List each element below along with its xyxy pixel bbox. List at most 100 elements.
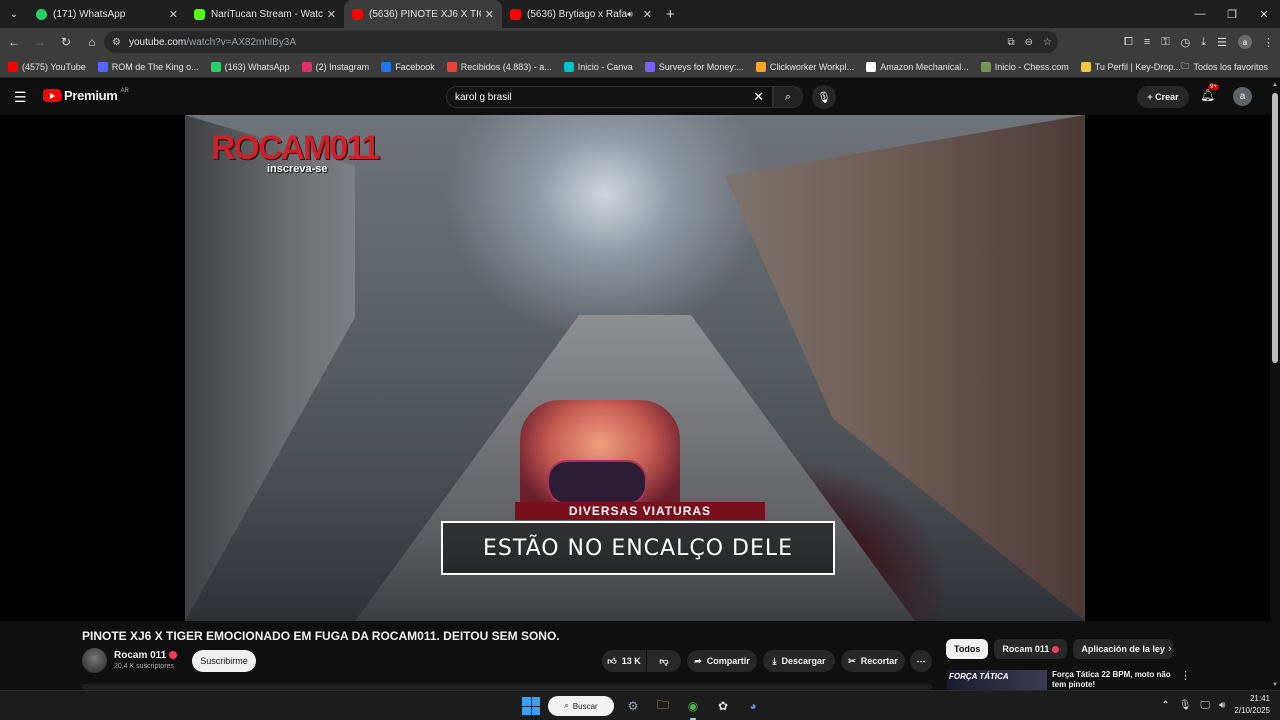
scroll-down-icon[interactable]: ▼ [1272,682,1278,688]
recommended-thumbnail[interactable]: FORÇA TÁTICA [947,670,1047,690]
new-tab-icon[interactable]: + [666,6,675,23]
profile-avatar[interactable]: a [1238,35,1252,49]
share-button[interactable]: ➦ Compartir [687,650,757,672]
all-bookmarks[interactable]: 🗀 Todos los favoritos [1180,59,1268,75]
video-player[interactable]: ROCAM011 inscreva-se DIVERSAS VIATURAS E… [0,115,1270,621]
site-info-icon[interactable]: ⚙ [112,37,121,48]
watermark-subtitle: inscreva-se [267,163,328,175]
password-icon[interactable]: ⚿ [1161,36,1169,49]
page-scrollbar[interactable]: ▲ ▼ [1270,80,1280,690]
hamburger-menu-icon[interactable]: ☰ [14,89,27,106]
download-button[interactable]: ⤓ Descargar [763,650,835,672]
search-input[interactable]: karol g brasil ✕ [446,86,773,108]
video-frame[interactable]: ROCAM011 inscreva-se DIVERSAS VIATURAS E… [185,115,1085,621]
bookmark-label: (163) WhatsApp [224,61,290,72]
settings-app-icon[interactable]: ⚙ [622,695,644,717]
browser-toolbar: ← → ↻ ⌂ ⚙ youtube.com /watch?v=AX82mhlBy… [0,28,1280,56]
windows-start-icon[interactable] [522,697,540,715]
bookmark-star-icon[interactable]: ☆ [1043,37,1052,48]
bookmark-item[interactable]: (163) WhatsApp [210,61,290,72]
tab-whatsapp[interactable]: (171) WhatsApp ✕ [28,0,186,28]
chip-law-enforcement[interactable]: Aplicación de la ley [1073,639,1173,659]
media-control-icon[interactable]: ≡ [1144,36,1150,48]
network-icon[interactable]: 🖵︎ [1200,700,1210,711]
voice-search-button[interactable]: 🎙︎ [812,85,836,109]
bookmark-item[interactable]: Amazon Mechanical... [866,61,969,72]
clock[interactable]: 21:41 2/10/2025 [1234,693,1270,717]
bookmark-item[interactable]: (2) Instagram [301,61,369,72]
dislike-button[interactable]: 👎︎ [647,650,681,672]
bell-icon: 🔔︎ [1200,88,1216,102]
more-actions-button[interactable]: ⋯ [910,650,932,672]
tab-naritucan[interactable]: NariTucan Stream - Watch Live ✕ [186,0,344,28]
taskbar-search[interactable]: ⌕ Buscar [548,696,614,716]
search-button[interactable]: ⌕ [773,86,803,108]
reload-icon[interactable]: ↻ [54,30,78,54]
file-explorer-icon[interactable]: 🗀 [652,695,674,717]
install-app-icon[interactable]: ⧉ [1008,37,1015,48]
recommendation-chips: Todos Rocam 011 Aplicación de la ley [946,639,1173,659]
close-tab-icon[interactable]: ✕ [485,8,494,21]
bookmark-item[interactable]: (4575) YouTube [8,61,86,72]
account-avatar[interactable]: a [1233,87,1252,106]
history-icon[interactable]: ◷ [1181,36,1191,49]
home-icon[interactable]: ⌂ [80,30,104,54]
close-tab-icon[interactable]: ✕ [169,8,178,21]
extensions-icon[interactable]: ⧠ [1124,36,1133,49]
reading-list-icon[interactable]: ☰ [1217,36,1227,49]
channel-name[interactable]: Rocam 011 [114,650,178,661]
bookmark-item[interactable]: Tu Perfil | Key-Drop... [1080,61,1181,72]
like-button[interactable]: 👍︎ 13 K [602,650,646,672]
chip-all[interactable]: Todos [946,639,989,659]
clear-search-icon[interactable]: ✕ [753,89,764,105]
restore-icon[interactable]: ❐ [1216,0,1248,28]
close-tab-icon[interactable]: ✕ [327,8,336,21]
tray-chevron-icon[interactable]: ⌃ [1161,700,1169,711]
recommended-more-icon[interactable]: ⋮ [1180,669,1191,682]
back-icon[interactable]: ← [2,30,26,54]
close-window-icon[interactable]: ✕ [1248,0,1280,28]
create-button[interactable]: + Crear [1137,86,1189,108]
forward-icon[interactable]: → [28,30,52,54]
zoom-icon[interactable]: ⊖ [1025,37,1033,48]
subscribe-button[interactable]: Suscribirme [192,650,256,672]
chip-channel[interactable]: Rocam 011 [994,639,1068,659]
channel-avatar[interactable] [82,648,107,673]
speaker-icon[interactable]: 🔊︎ [627,9,633,20]
bookmark-label: Recibidos (4.883) - a... [460,61,552,72]
download-icon[interactable]: ⤓ [1201,36,1206,49]
chrome-icon[interactable]: ◉ [682,695,704,720]
volume-icon[interactable]: 🔊︎ [1219,700,1225,711]
clock-time: 21:41 [1249,694,1270,703]
scroll-up-icon[interactable]: ▲ [1272,82,1278,88]
bookmark-item[interactable]: Recibidos (4.883) - a... [446,61,552,72]
scrollbar-thumb[interactable] [1272,93,1278,363]
bookmark-label: Tu Perfil | Key-Drop... [1094,61,1181,72]
bookmark-label: Facebook [395,61,435,72]
bookmark-item[interactable]: Clickworker Workpl... [755,61,854,72]
notifications-button[interactable]: 🔔︎ 9+ [1200,84,1219,102]
clip-button[interactable]: ✂ Recortar [841,650,905,672]
download-label: Descargar [781,656,826,666]
chip-channel-label: Rocam 011 [1002,644,1050,654]
window-controls: — ❐ ✕ [1184,0,1280,28]
bookmark-item[interactable]: Surveys for Money:... [644,61,744,72]
bookmark-item[interactable]: ROM de The King o... [97,61,199,72]
close-tab-icon[interactable]: ✕ [643,8,652,21]
bookmark-item[interactable]: Inicio - Chess.com [980,61,1069,72]
bookmark-item[interactable]: Facebook [381,61,435,72]
tab-youtube-active[interactable]: (5636) PINOTE XJ6 X TIGER EM ✕ [344,0,502,28]
minimize-icon[interactable]: — [1184,0,1216,28]
tab-youtube-brytiago[interactable]: (5636) Brytiago x Rafa Pabó 🔊︎ ✕ [502,0,660,28]
address-bar[interactable]: ⚙ youtube.com /watch?v=AX82mhlBy3A ⧉ ⊖ ☆ [104,31,1058,53]
logo-word: Premium [64,88,118,103]
chatgpt-icon[interactable]: ✿ [712,695,734,717]
discord-icon[interactable]: ◕ [742,695,764,717]
chevron-right-icon[interactable]: › [1168,643,1172,655]
mic-tray-icon[interactable]: 🎙︎ [1179,700,1192,711]
tab-search-chevron-icon[interactable]: ⌄ [0,0,28,28]
bookmark-item[interactable]: Inicio - Canva [563,61,633,72]
recommended-title[interactable]: Força Tática 22 BPM, moto não tem pinote… [1052,670,1176,690]
menu-dots-icon[interactable]: ⋮ [1263,36,1274,49]
youtube-premium-logo[interactable]: Premium AR [43,88,129,103]
